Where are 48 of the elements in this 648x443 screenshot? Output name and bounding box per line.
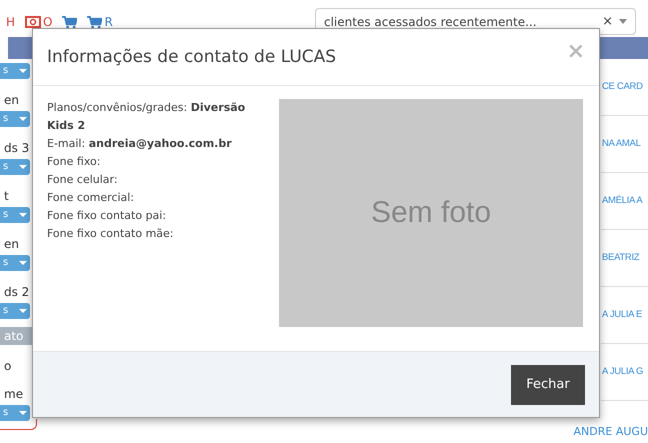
- client-link[interactable]: BEATRIZ: [601, 252, 640, 264]
- close-dialog-button[interactable]: Fechar: [511, 364, 585, 405]
- caret-icon: [19, 410, 27, 415]
- cart-icon[interactable]: [62, 16, 78, 28]
- cart-icon[interactable]: [87, 16, 102, 28]
- no-photo-text: Sem foto: [370, 196, 492, 230]
- client-link[interactable]: A JULIA E: [601, 309, 642, 320]
- toolbar-link[interactable]: H: [6, 15, 16, 29]
- contact-field: Fone fixo:: [47, 153, 267, 172]
- row-label: o: [3, 358, 12, 373]
- client-link[interactable]: NA AMAL: [601, 138, 641, 150]
- contact-field: Fone comercial:: [47, 189, 267, 208]
- panel-corner: [0, 419, 37, 430]
- client-link[interactable]: AMÉLIA A: [601, 195, 642, 206]
- caret-icon: [19, 164, 27, 169]
- client-link[interactable]: ANDRE AUGU: [574, 425, 648, 438]
- caret-icon: [19, 308, 27, 313]
- row-label: en: [3, 236, 19, 251]
- status-label: ato: [0, 326, 32, 345]
- caret-icon: [19, 68, 27, 73]
- dropdown-button[interactable]: s: [0, 206, 30, 223]
- row-label: en: [3, 92, 19, 107]
- dialog-title: Informações de contato de LUCAS: [47, 47, 336, 68]
- contact-field: Fone fixo contato pai:: [47, 207, 267, 226]
- id-card-icon[interactable]: [25, 16, 42, 28]
- dropdown-button[interactable]: s: [0, 404, 30, 421]
- caret-icon: [19, 116, 27, 121]
- client-link[interactable]: CE CARD: [601, 81, 643, 92]
- dropdown-button[interactable]: s: [0, 302, 30, 319]
- caret-icon: [19, 260, 27, 265]
- dropdown-button[interactable]: s: [0, 158, 30, 175]
- row-label: me: [3, 386, 24, 401]
- row-label: t: [3, 188, 9, 203]
- contact-field: E-mail: andreia@yahoo.com.br: [47, 135, 267, 154]
- caret-icon: [619, 19, 627, 24]
- toolbar-link[interactable]: O: [43, 15, 52, 29]
- clear-icon[interactable]: ×: [602, 14, 613, 29]
- close-button[interactable]: ×: [566, 38, 585, 64]
- caret-icon: [19, 212, 27, 217]
- toolbar-link[interactable]: R: [104, 15, 113, 29]
- row-label: ds 3: [3, 140, 30, 155]
- dropdown-button[interactable]: s: [0, 110, 30, 127]
- contact-field: Fone celular:: [47, 171, 267, 190]
- dropdown-button[interactable]: s: [0, 254, 30, 271]
- row-label: ds 2: [3, 284, 30, 299]
- client-link[interactable]: A JULIA G: [601, 366, 644, 378]
- dropdown-button[interactable]: s: [0, 62, 30, 79]
- contact-field: Fone fixo contato mãe:: [47, 225, 267, 244]
